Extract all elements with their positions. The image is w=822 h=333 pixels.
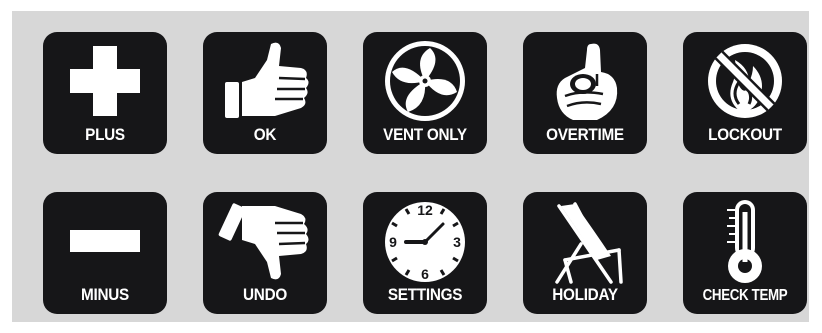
- thermometer-icon: [727, 200, 762, 283]
- lockout-label: LOCKOUT: [708, 125, 782, 144]
- check-temp-label: CHECK TEMP: [702, 287, 788, 304]
- check-temp-button[interactable]: CHECK TEMP: [683, 192, 807, 314]
- lockout-button[interactable]: LOCKOUT: [683, 32, 807, 154]
- clock-icon: 12 3 6 9: [385, 202, 465, 282]
- minus-label: MINUS: [81, 285, 129, 304]
- clock-number-6: 6: [421, 266, 429, 282]
- clock-number-9: 9: [389, 234, 397, 250]
- plus-label: PLUS: [85, 125, 125, 144]
- minus-icon: [70, 230, 140, 252]
- holiday-button[interactable]: HOLIDAY: [523, 192, 647, 314]
- ok-label: OK: [253, 125, 277, 144]
- clock-number-3: 3: [453, 234, 461, 250]
- fan-icon: [385, 41, 465, 121]
- holiday-label: HOLIDAY: [552, 285, 618, 304]
- undo-button[interactable]: UNDO: [203, 192, 327, 314]
- vent-only-button[interactable]: VENT ONLY: [363, 32, 487, 154]
- settings-button[interactable]: 12 3 6 9 SETTINGS: [363, 192, 487, 314]
- button-panel: PLUS OK VENT ONLY OVERTIME LOCKOUT MINUS…: [12, 11, 809, 322]
- no-flame-icon: [708, 44, 782, 118]
- vent-only-label: VENT ONLY: [383, 125, 467, 144]
- clock-number-12: 12: [417, 202, 433, 218]
- thumbs-up-icon: [225, 42, 309, 118]
- undo-label: UNDO: [243, 285, 287, 304]
- ok-button[interactable]: OK: [203, 32, 327, 154]
- plus-icon: [70, 46, 140, 116]
- deck-chair-icon: [555, 202, 623, 284]
- plus-button[interactable]: PLUS: [43, 32, 167, 154]
- overtime-button[interactable]: OVERTIME: [523, 32, 647, 154]
- hand-pointing-icon: [556, 43, 618, 120]
- overtime-label: OVERTIME: [546, 125, 624, 144]
- settings-label: SETTINGS: [387, 285, 463, 304]
- thumbs-down-icon: [218, 203, 309, 280]
- minus-button[interactable]: MINUS: [43, 192, 167, 314]
